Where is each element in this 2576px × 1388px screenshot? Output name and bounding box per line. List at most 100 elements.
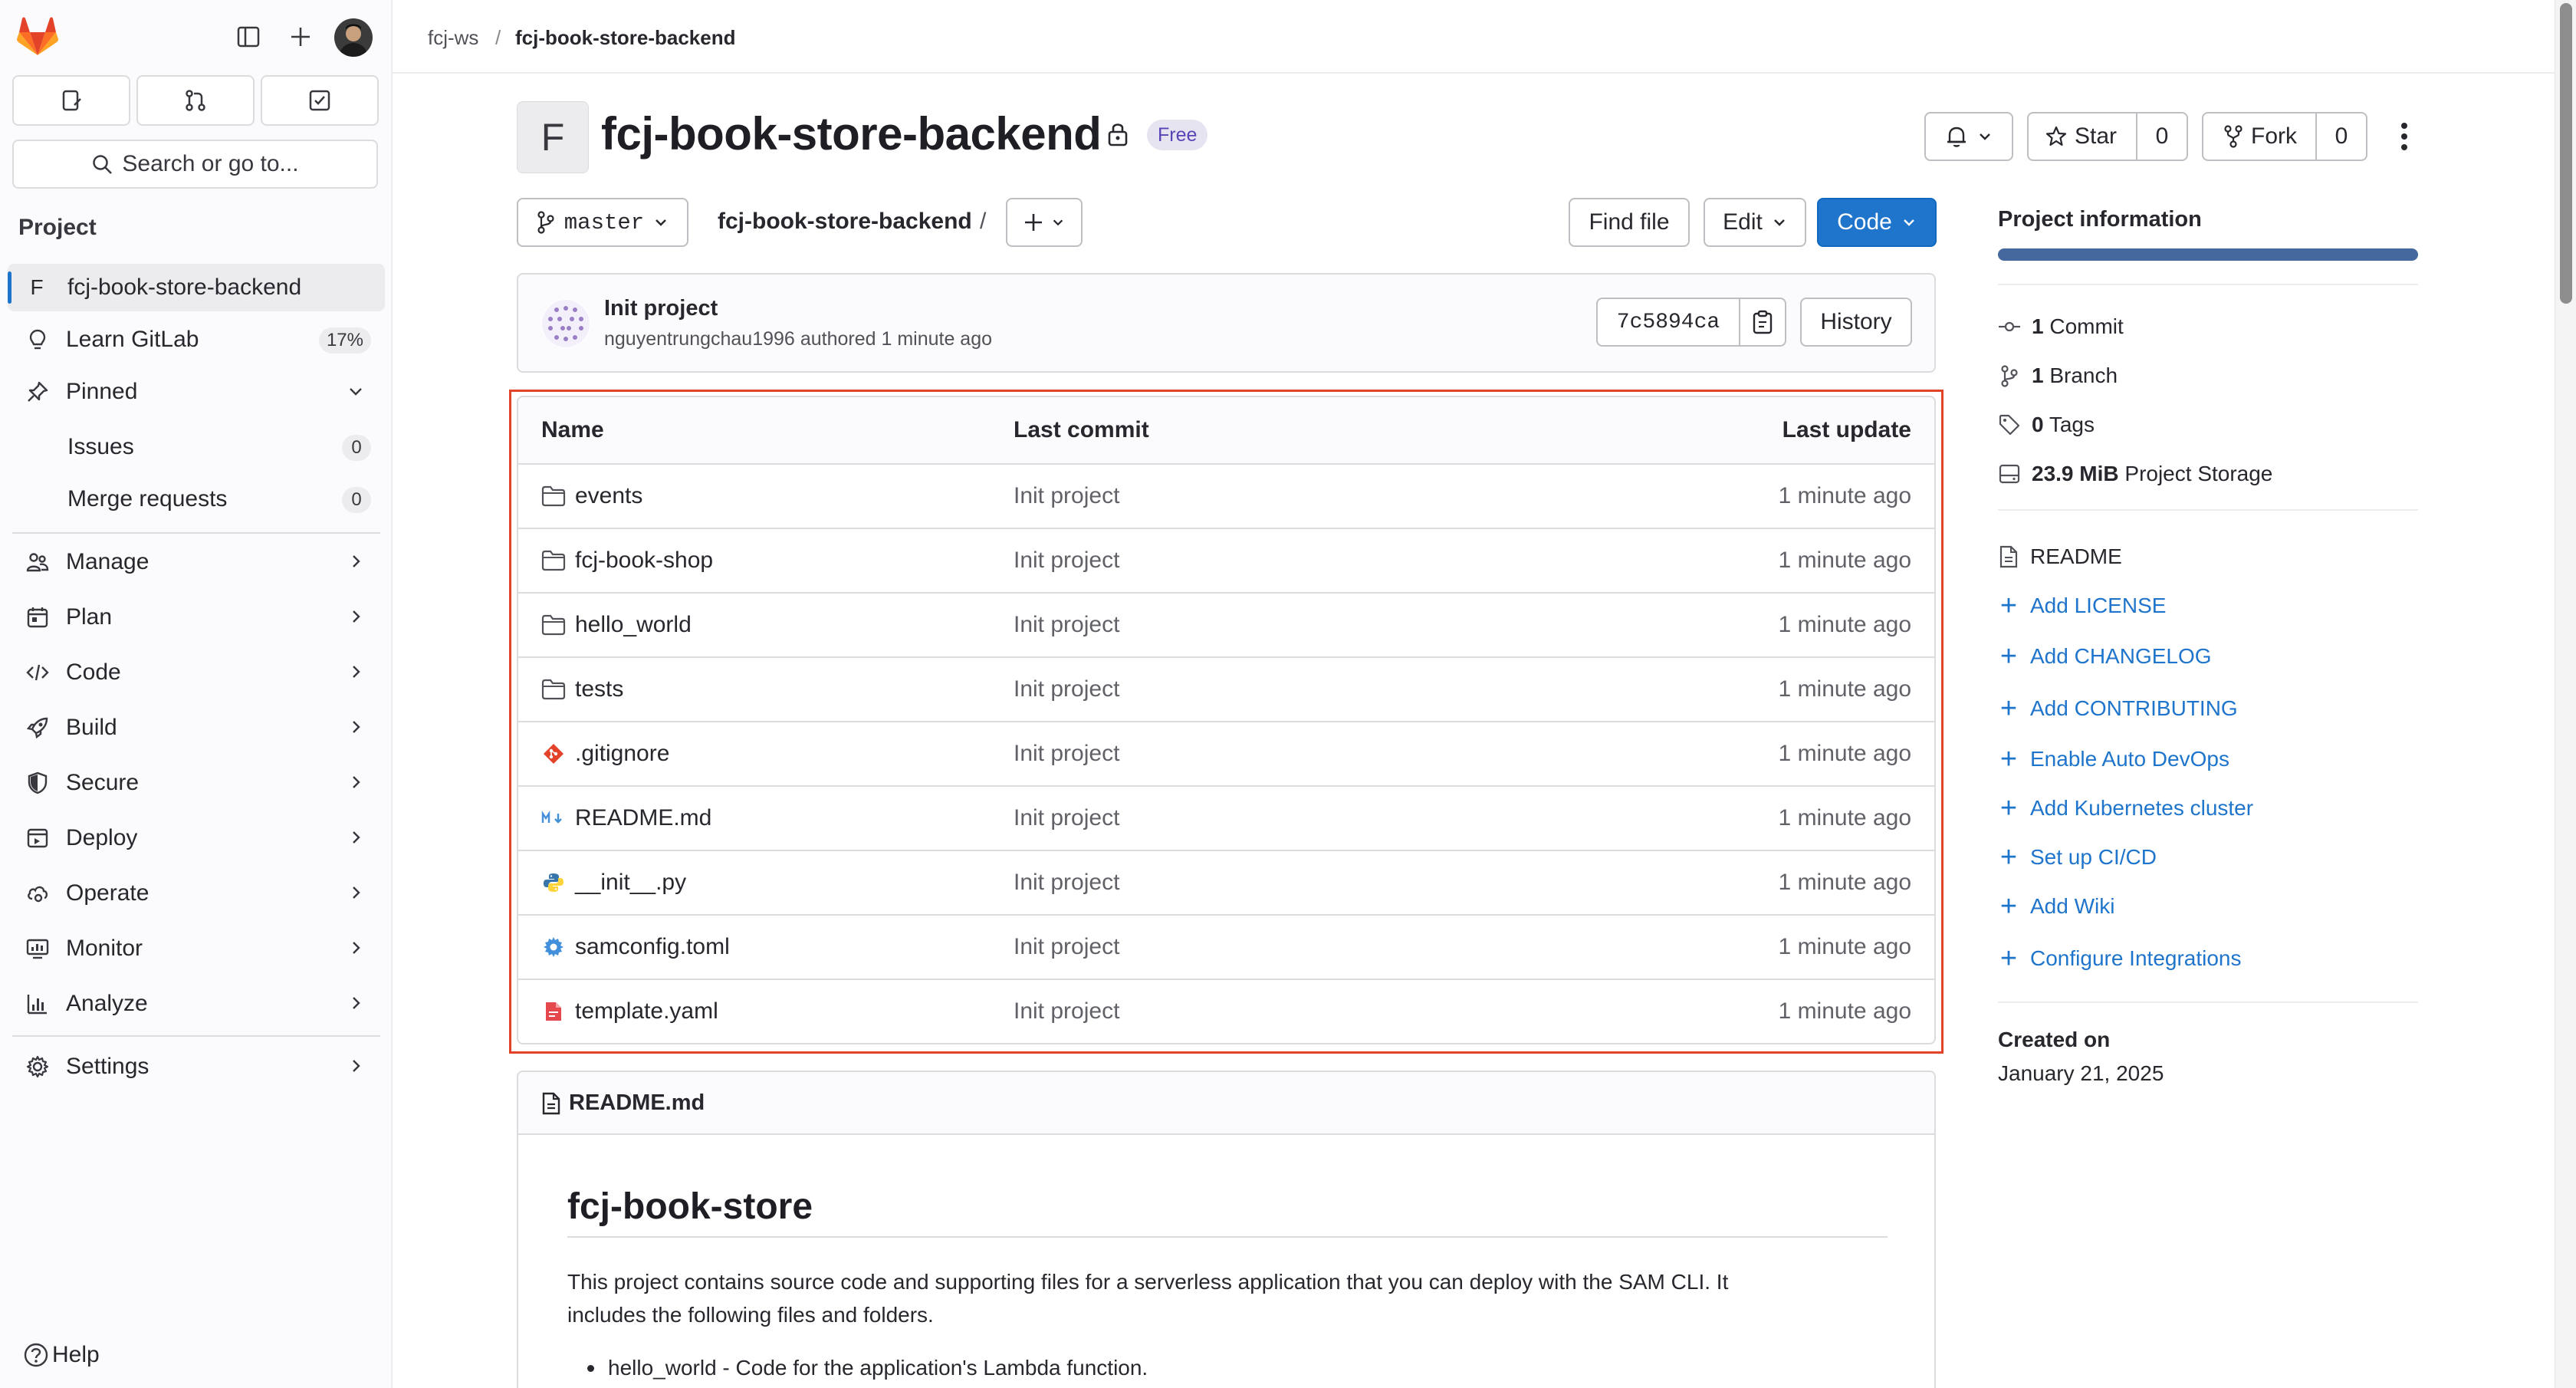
search-button[interactable]: Search or go to... bbox=[12, 140, 378, 189]
lightbulb-icon bbox=[25, 327, 51, 353]
fork-count[interactable]: 0 bbox=[2317, 123, 2366, 150]
file-name[interactable]: samconfig.toml bbox=[575, 934, 730, 960]
file-name[interactable]: fcj-book-shop bbox=[575, 548, 713, 574]
sidebar-item-operate[interactable]: Operate bbox=[8, 870, 385, 917]
sidebar-item-learn-gitlab[interactable]: Learn GitLab 17% bbox=[8, 316, 385, 363]
branch-selector[interactable]: master bbox=[517, 198, 688, 247]
table-row[interactable]: .gitignore Init project 1 minute ago bbox=[518, 721, 1934, 785]
setup-ci-cd-link[interactable]: + Set up CI/CD bbox=[1998, 843, 2157, 872]
sidebar-item-label: Secure bbox=[66, 770, 140, 795]
commit-author-avatar[interactable] bbox=[541, 299, 590, 348]
file-name[interactable]: tests bbox=[575, 676, 623, 702]
scrollbar-thumb[interactable] bbox=[2560, 3, 2572, 304]
right-panel-divider bbox=[1998, 509, 2418, 511]
page-title: fcj-book-store-backend bbox=[601, 108, 1102, 160]
file-last-commit[interactable]: Init project bbox=[1014, 529, 1119, 592]
deploy-icon bbox=[25, 825, 51, 851]
sidebar-item-analyze[interactable]: Analyze bbox=[8, 980, 385, 1028]
file-last-commit[interactable]: Init project bbox=[1014, 851, 1119, 914]
add-wiki-link[interactable]: + Add Wiki bbox=[1998, 892, 2115, 921]
sidebar-toggle-icon[interactable] bbox=[236, 25, 261, 49]
sidebar-item-manage[interactable]: Manage bbox=[8, 538, 385, 586]
more-actions-icon[interactable] bbox=[2392, 120, 2417, 153]
fork-button-group: Fork 0 bbox=[2202, 112, 2367, 161]
stat-commits[interactable]: 1 Commit bbox=[1998, 314, 2124, 339]
find-file-button[interactable]: Find file bbox=[1569, 198, 1690, 247]
gitlab-logo[interactable] bbox=[17, 17, 58, 57]
table-row[interactable]: fcj-book-shop Init project 1 minute ago bbox=[518, 528, 1934, 592]
file-last-commit[interactable]: Init project bbox=[1014, 916, 1119, 979]
file-name[interactable]: events bbox=[575, 483, 642, 509]
table-row[interactable]: __init__.py Init project 1 minute ago bbox=[518, 850, 1934, 914]
repo-path-root[interactable]: fcj-book-store-backend bbox=[718, 209, 972, 235]
commit-sha[interactable]: 7c5894ca bbox=[1598, 299, 1740, 345]
add-changelog-link[interactable]: + Add CHANGELOG bbox=[1998, 642, 2212, 671]
table-row[interactable]: template.yaml Init project 1 minute ago bbox=[518, 979, 1934, 1043]
table-row[interactable]: samconfig.toml Init project 1 minute ago bbox=[518, 914, 1934, 979]
issues-button[interactable] bbox=[12, 75, 130, 126]
edit-dropdown[interactable]: Edit bbox=[1704, 198, 1806, 247]
sidebar-item-secure[interactable]: Secure bbox=[8, 759, 385, 807]
sidebar-item-settings[interactable]: Settings bbox=[8, 1043, 385, 1090]
file-last-commit[interactable]: Init project bbox=[1014, 594, 1119, 656]
breadcrumb-project[interactable]: fcj-book-store-backend bbox=[515, 26, 736, 50]
sidebar-item-project[interactable]: F fcj-book-store-backend bbox=[8, 264, 385, 311]
breadcrumb-group[interactable]: fcj-ws bbox=[428, 26, 478, 50]
todo-button[interactable] bbox=[261, 75, 379, 126]
file-last-commit[interactable]: Init project bbox=[1014, 465, 1119, 528]
sidebar-item-monitor[interactable]: Monitor bbox=[8, 925, 385, 972]
file-last-update: 1 minute ago bbox=[1778, 934, 1911, 959]
readme-link[interactable]: README bbox=[1998, 544, 2122, 569]
sidebar-pinned-issues[interactable]: Issues 0 bbox=[8, 423, 385, 471]
help-link[interactable]: Help bbox=[23, 1342, 100, 1368]
file-name[interactable]: README.md bbox=[575, 805, 711, 831]
star-count[interactable]: 0 bbox=[2137, 123, 2187, 150]
sidebar-item-build[interactable]: Build bbox=[8, 704, 385, 752]
file-last-update: 1 minute ago bbox=[1778, 676, 1911, 702]
readme-file-link[interactable]: README.md bbox=[541, 1090, 705, 1116]
fork-button[interactable]: Fork bbox=[2203, 113, 2317, 160]
file-last-commit[interactable]: Init project bbox=[1014, 787, 1119, 850]
add-to-tree-button[interactable] bbox=[1006, 198, 1083, 247]
add-kubernetes-cluster-link[interactable]: + Add Kubernetes cluster bbox=[1998, 794, 2253, 823]
sidebar-item-code[interactable]: Code bbox=[8, 649, 385, 696]
file-name[interactable]: hello_world bbox=[575, 612, 692, 638]
sidebar-item-pinned[interactable]: Pinned bbox=[8, 368, 385, 416]
add-license-link[interactable]: + Add LICENSE bbox=[1998, 591, 2167, 620]
stat-storage[interactable]: 23.9 MiB Project Storage bbox=[1998, 462, 2272, 486]
sidebar-item-deploy[interactable]: Deploy bbox=[8, 814, 385, 862]
table-row[interactable]: tests Init project 1 minute ago bbox=[518, 656, 1934, 721]
configure-integrations-link[interactable]: + Configure Integrations bbox=[1998, 944, 2242, 973]
sidebar-pinned-merge-requests[interactable]: Merge requests 0 bbox=[8, 475, 385, 523]
code-dropdown[interactable]: Code bbox=[1817, 198, 1937, 247]
readme-paragraph: This project contains source code and su… bbox=[567, 1265, 1728, 1331]
file-name[interactable]: __init__.py bbox=[575, 870, 686, 896]
file-last-commit[interactable]: Init project bbox=[1014, 722, 1119, 785]
copy-sha-button[interactable] bbox=[1740, 299, 1785, 345]
stat-tags[interactable]: 0 Tags bbox=[1998, 413, 2095, 437]
page-scrollbar[interactable] bbox=[2555, 0, 2576, 1388]
stat-branches[interactable]: 1 Branch bbox=[1998, 363, 2118, 388]
commit-author[interactable]: nguyentrungchau1996 bbox=[604, 328, 795, 350]
sidebar-item-plan[interactable]: Plan bbox=[8, 594, 385, 641]
file-last-commit[interactable]: Init project bbox=[1014, 980, 1119, 1043]
history-button[interactable]: History bbox=[1800, 298, 1912, 347]
notifications-button[interactable] bbox=[1924, 112, 2013, 161]
star-button[interactable]: Star bbox=[2029, 113, 2137, 160]
merge-requests-button[interactable] bbox=[136, 75, 255, 126]
search-label: Search or go to... bbox=[122, 151, 299, 176]
add-contributing-link[interactable]: + Add CONTRIBUTING bbox=[1998, 694, 2238, 723]
avatar[interactable] bbox=[334, 18, 373, 57]
file-last-commit[interactable]: Init project bbox=[1014, 658, 1119, 721]
table-row[interactable]: README.md Init project 1 minute ago bbox=[518, 785, 1934, 850]
fork-icon bbox=[2224, 125, 2242, 148]
table-row[interactable]: hello_world Init project 1 minute ago bbox=[518, 592, 1934, 656]
new-item-icon[interactable] bbox=[288, 25, 313, 49]
enable-auto-devops-link[interactable]: + Enable Auto DevOps bbox=[1998, 745, 2229, 774]
file-name[interactable]: template.yaml bbox=[575, 998, 718, 1025]
file-name[interactable]: .gitignore bbox=[575, 741, 669, 767]
commit-title[interactable]: Init project bbox=[604, 296, 718, 321]
column-header-last-commit: Last commit bbox=[1014, 417, 1149, 442]
sidebar-item-label: Learn GitLab bbox=[66, 327, 199, 352]
table-row[interactable]: events Init project 1 minute ago bbox=[518, 463, 1934, 528]
